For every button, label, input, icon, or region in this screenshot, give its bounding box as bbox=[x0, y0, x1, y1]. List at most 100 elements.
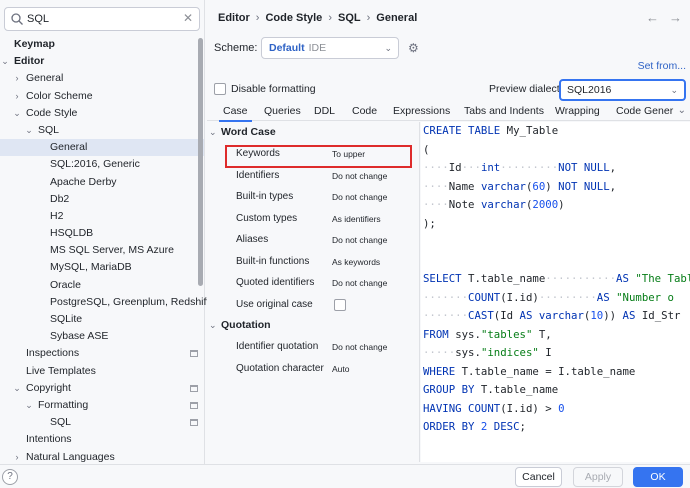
chevron-right-icon: › bbox=[366, 12, 371, 24]
code-token: FROM bbox=[423, 327, 456, 341]
disable-formatting-checkbox[interactable] bbox=[214, 83, 226, 95]
option-row[interactable]: Identifiers Do not change bbox=[207, 166, 420, 187]
tree-item[interactable]: ⌄ Formatting bbox=[0, 397, 204, 414]
tree-item[interactable]: Keymap bbox=[0, 36, 204, 53]
tree-item-label: Keymap bbox=[14, 38, 55, 50]
tree-item[interactable]: H2 bbox=[0, 208, 204, 225]
option-row[interactable]: Built-in types Do not change bbox=[207, 187, 420, 208]
tree-item[interactable]: ⌄ Editor bbox=[0, 53, 204, 70]
option-value-dropdown[interactable]: Do not change bbox=[332, 192, 387, 202]
cancel-button[interactable]: Cancel bbox=[515, 467, 562, 487]
option-row[interactable]: Quoted identifiers Do not change bbox=[207, 273, 420, 294]
option-row[interactable]: Quotation character Auto bbox=[207, 359, 420, 380]
tree-item[interactable]: Db2 bbox=[0, 191, 204, 208]
search-icon bbox=[11, 13, 23, 25]
breadcrumb-item[interactable]: Editor bbox=[218, 12, 250, 24]
tab-code-generation[interactable]: Code Gener bbox=[616, 105, 673, 117]
chevron-down-icon: ⌄ bbox=[209, 320, 217, 330]
tree-item[interactable]: SQL bbox=[0, 414, 204, 431]
tree-item[interactable]: ⌄ Copyright bbox=[0, 380, 204, 397]
code-line: ·······COUNT(I.id)·········AS "Number o bbox=[423, 289, 674, 307]
option-value-dropdown[interactable]: Auto bbox=[332, 364, 350, 374]
tree-item[interactable]: MySQL, MariaDB bbox=[0, 259, 204, 276]
settings-search[interactable]: ✕ bbox=[4, 7, 200, 31]
option-row[interactable]: Identifier quotation Do not change bbox=[207, 337, 420, 358]
scheme-dropdown[interactable]: Default IDE ⌄ bbox=[261, 37, 399, 59]
tree-item[interactable]: Intentions bbox=[0, 431, 204, 448]
word-case-group[interactable]: ⌄ Word Case bbox=[209, 126, 276, 138]
breadcrumb-item[interactable]: SQL bbox=[338, 12, 361, 24]
option-label: Quotation character bbox=[236, 362, 324, 374]
tree-item[interactable]: › General bbox=[0, 70, 204, 87]
option-value-dropdown[interactable]: As identifiers bbox=[332, 214, 381, 224]
ok-button[interactable]: OK bbox=[633, 467, 683, 487]
settings-sidebar: ✕ Keymap ⌄ Editor › General › Color Scheme ⌄ Cod… bbox=[0, 0, 209, 464]
chevron-down-icon[interactable]: ⌄ bbox=[24, 122, 34, 139]
code-token: int bbox=[480, 161, 501, 174]
tree-item-label: Live Templates bbox=[26, 364, 96, 377]
code-line: GROUP BY T.table_name bbox=[423, 381, 558, 399]
tree-item[interactable]: PostgreSQL, Greenplum, Redshift bbox=[0, 294, 209, 311]
search-input[interactable] bbox=[27, 11, 177, 27]
use-original-case-checkbox[interactable] bbox=[334, 298, 346, 311]
chevron-down-icon[interactable]: ⌄ bbox=[12, 380, 22, 397]
quotation-group[interactable]: ⌄ Quotation bbox=[209, 319, 271, 331]
help-button[interactable]: ? bbox=[2, 469, 18, 485]
tree-item[interactable]: ⌄ SQL bbox=[0, 122, 204, 139]
option-value-dropdown[interactable]: Do not change bbox=[332, 171, 387, 181]
chevron-right-icon[interactable]: › bbox=[12, 70, 22, 87]
code-preview[interactable]: CREATE TABLE My_Table(····Id···int······… bbox=[421, 122, 690, 462]
apply-button[interactable]: Apply bbox=[573, 467, 623, 487]
option-row[interactable]: Use original case bbox=[207, 295, 420, 316]
option-row[interactable]: Built-in functions As keywords bbox=[207, 252, 420, 273]
option-value-dropdown[interactable]: As keywords bbox=[332, 257, 380, 267]
code-token: 60 bbox=[532, 179, 546, 193]
code-token: "indices" bbox=[480, 346, 539, 359]
tree-item[interactable]: Live Templates bbox=[0, 363, 204, 380]
tab-wrapping[interactable]: Wrapping bbox=[555, 105, 600, 117]
disable-formatting-label[interactable]: Disable formatting bbox=[231, 83, 316, 95]
tab-ddl[interactable]: DDL bbox=[314, 105, 335, 117]
tree-item[interactable]: General bbox=[0, 139, 204, 157]
option-row[interactable]: Aliases Do not change bbox=[207, 230, 420, 251]
tree-item[interactable]: HSQLDB bbox=[0, 225, 204, 242]
word-case-title: Word Case bbox=[221, 126, 276, 138]
code-token: CAST bbox=[468, 309, 494, 322]
chevron-down-icon: ⌄ bbox=[670, 85, 678, 95]
preview-dialect-dropdown[interactable]: SQL2016 ⌄ bbox=[559, 79, 686, 101]
tree-item[interactable]: Sybase ASE bbox=[0, 328, 204, 345]
tab-queries[interactable]: Queries bbox=[264, 105, 301, 117]
tab-expressions[interactable]: Expressions bbox=[393, 105, 450, 117]
chevron-right-icon[interactable]: › bbox=[12, 88, 22, 105]
option-value-dropdown[interactable]: Do not change bbox=[332, 278, 387, 288]
code-token: T.table_name bbox=[480, 383, 559, 396]
tree-item-label: PostgreSQL, Greenplum, Redshift bbox=[50, 295, 210, 308]
chevron-down-icon[interactable]: ⌄ bbox=[0, 53, 10, 70]
tab-case[interactable]: Case bbox=[219, 105, 251, 122]
tree-item[interactable]: › Color Scheme bbox=[0, 88, 204, 105]
tree-item[interactable]: Oracle bbox=[0, 277, 204, 294]
set-from-link[interactable]: Set from... bbox=[638, 60, 686, 72]
gear-icon[interactable]: ⚙ bbox=[408, 41, 419, 55]
code-token: ) bbox=[558, 198, 565, 211]
project-settings-icon bbox=[190, 384, 198, 392]
tree-item[interactable]: ⌄ Code Style bbox=[0, 105, 204, 122]
chevron-down-icon[interactable]: ⌄ bbox=[678, 105, 686, 116]
chevron-down-icon[interactable]: ⌄ bbox=[24, 397, 34, 414]
clear-search-icon[interactable]: ✕ bbox=[183, 11, 193, 25]
option-row[interactable]: Custom types As identifiers bbox=[207, 209, 420, 230]
tree-item[interactable]: Inspections bbox=[0, 345, 204, 362]
tree-item[interactable]: SQL:2016, Generic bbox=[0, 156, 204, 173]
option-value-dropdown[interactable]: Do not change bbox=[332, 235, 387, 245]
sidebar-scrollbar[interactable] bbox=[198, 38, 203, 286]
tree-item[interactable]: SQLite bbox=[0, 311, 204, 328]
tree-item[interactable]: MS SQL Server, MS Azure bbox=[0, 242, 204, 259]
tab-code[interactable]: Code bbox=[352, 105, 377, 117]
forward-arrow-icon[interactable]: → bbox=[669, 10, 682, 25]
tree-item[interactable]: Apache Derby bbox=[0, 174, 204, 191]
option-value-dropdown[interactable]: Do not change bbox=[332, 342, 387, 352]
back-arrow-icon[interactable]: ← bbox=[646, 10, 659, 25]
tab-tabs-and-indents[interactable]: Tabs and Indents bbox=[464, 105, 544, 117]
breadcrumb-item[interactable]: Code Style bbox=[265, 12, 322, 24]
chevron-down-icon[interactable]: ⌄ bbox=[12, 105, 22, 122]
